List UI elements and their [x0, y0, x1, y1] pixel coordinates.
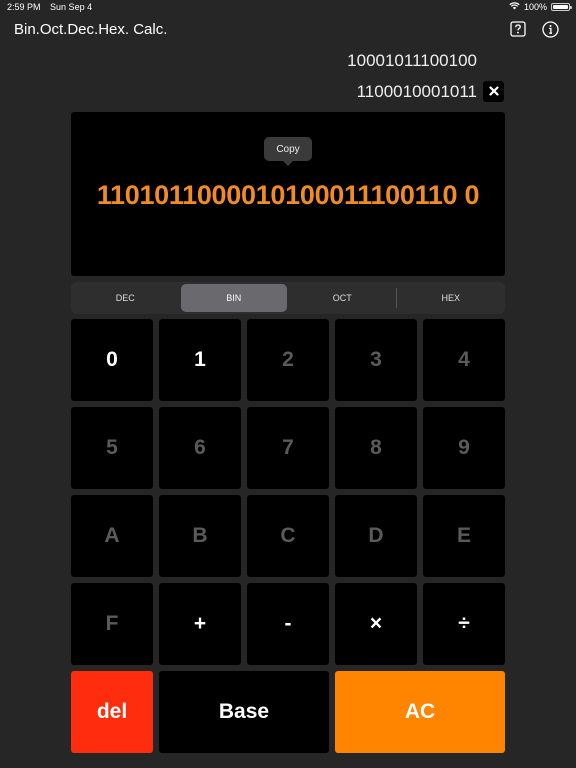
tab-dec[interactable]: DEC [72, 284, 179, 312]
divide-button[interactable]: ÷ [423, 583, 505, 665]
tab-label: HEX [441, 293, 460, 303]
tab-label: DEC [115, 293, 135, 303]
key-3[interactable]: 3 [335, 319, 417, 401]
history-operand-1: 10001011100100 [347, 51, 477, 70]
key-6[interactable]: 6 [159, 407, 241, 489]
base-button[interactable]: Base [159, 671, 329, 753]
key-d[interactable]: D [335, 495, 417, 577]
clear-history-button[interactable] [483, 81, 504, 102]
plus-button[interactable]: + [159, 583, 241, 665]
key-9[interactable]: 9 [423, 407, 505, 489]
key-e[interactable]: E [423, 495, 505, 577]
app-title: Bin.Oct.Dec.Hex. Calc. [14, 21, 168, 38]
close-icon [488, 83, 499, 101]
all-clear-button[interactable]: AC [335, 671, 505, 753]
status-time: 2:59 PM [7, 2, 41, 12]
key-4[interactable]: 4 [423, 319, 505, 401]
status-bar: 2:59 PM Sun Sep 4 100% [0, 0, 576, 14]
status-date: Sun Sep 4 [50, 2, 93, 12]
key-b[interactable]: B [159, 495, 241, 577]
result-value[interactable]: 1101011000010100011100110 0 [71, 180, 505, 211]
copy-tooltip[interactable]: Copy [264, 137, 312, 166]
tab-bin[interactable]: BIN [180, 284, 287, 312]
minus-button[interactable]: - [247, 583, 329, 665]
info-icon[interactable] [541, 20, 559, 38]
history-operand-2: 1100010001011 [356, 82, 477, 101]
base-selector: DEC BIN OCT HEX [71, 282, 505, 314]
wifi-icon [509, 2, 520, 12]
key-2[interactable]: 2 [247, 319, 329, 401]
key-8[interactable]: 8 [335, 407, 417, 489]
delete-button[interactable]: del [71, 671, 153, 753]
battery-percent: 100% [523, 2, 547, 12]
key-c[interactable]: C [247, 495, 329, 577]
tab-label: OCT [332, 293, 352, 303]
multiply-button[interactable]: × [335, 583, 417, 665]
segment-divider [395, 288, 397, 308]
tab-label: BIN [226, 293, 242, 303]
key-f[interactable]: F [71, 583, 153, 665]
key-1[interactable]: 1 [159, 319, 241, 401]
key-7[interactable]: 7 [247, 407, 329, 489]
battery-icon [551, 3, 572, 11]
help-icon[interactable] [509, 20, 527, 38]
tab-oct[interactable]: OCT [289, 284, 397, 312]
key-a[interactable]: A [71, 495, 153, 577]
key-0[interactable]: 0 [71, 319, 153, 401]
tab-hex[interactable]: HEX [398, 284, 505, 312]
key-5[interactable]: 5 [71, 407, 153, 489]
